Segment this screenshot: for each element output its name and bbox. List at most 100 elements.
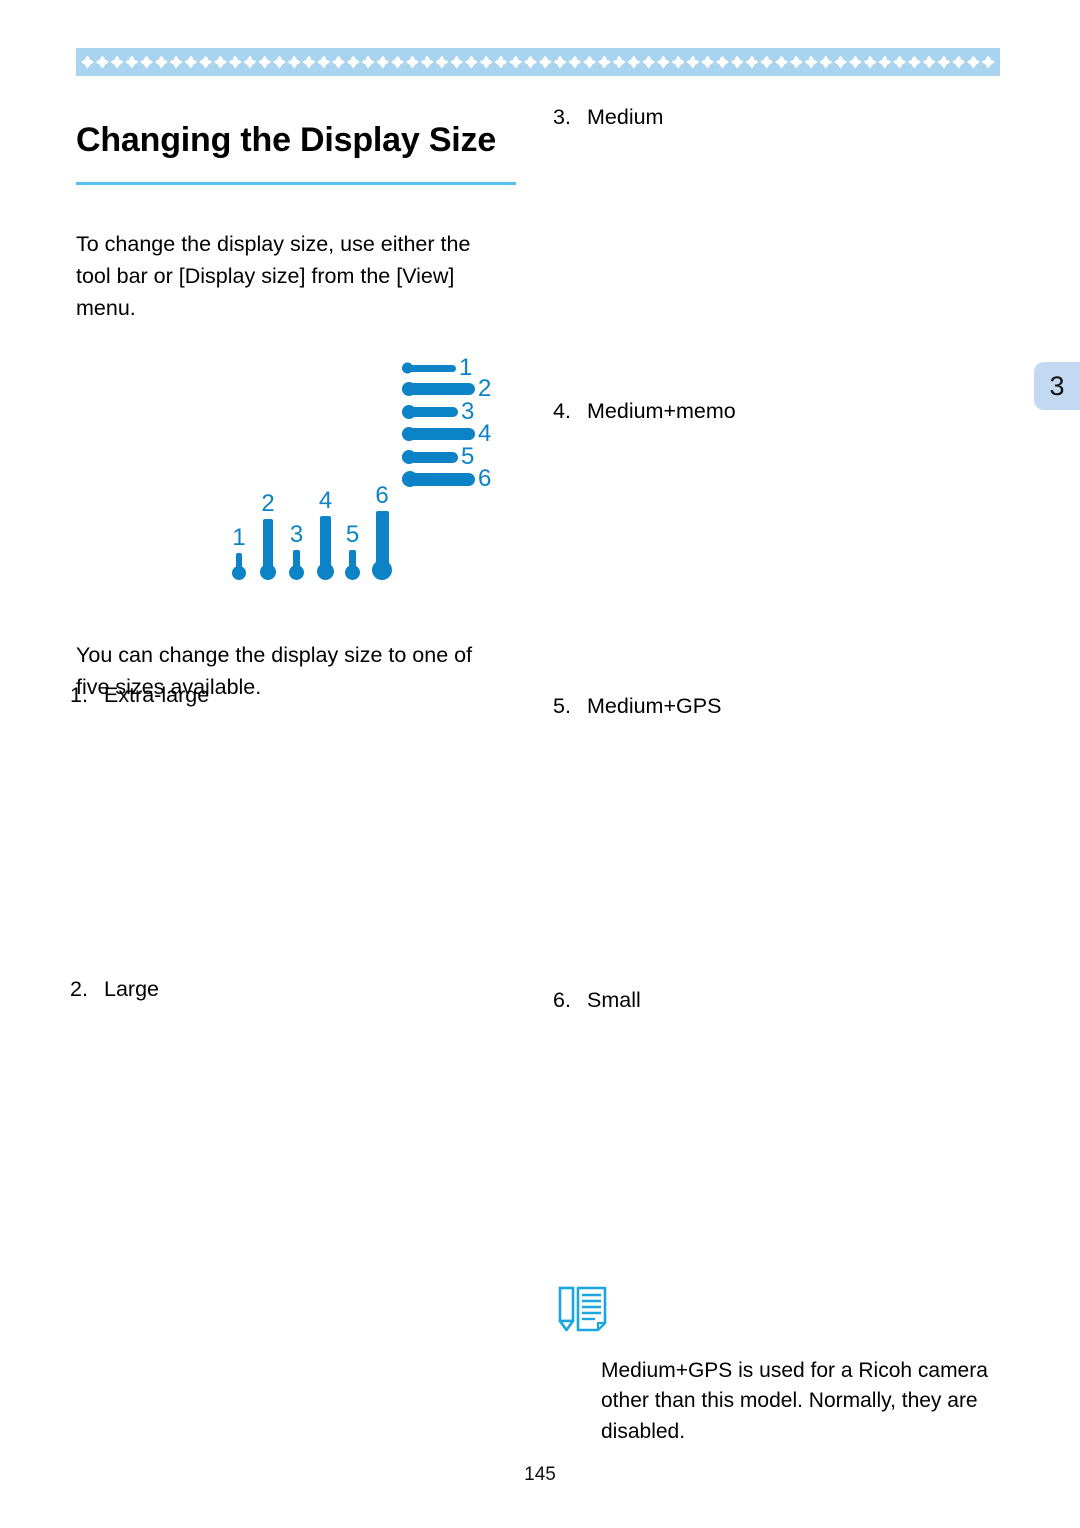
diamond-cluster-motif-icon [923, 56, 936, 69]
vertical-pin-column: 1 [232, 526, 246, 580]
size-item-number: 2. [70, 977, 88, 1001]
vertical-pin-stem [263, 519, 273, 567]
horizontal-pin-icon [402, 471, 475, 487]
diamond-cluster-motif-icon [494, 56, 507, 69]
vertical-pin-column: 6 [372, 484, 392, 580]
size-item-small: 6. Small [553, 985, 641, 1015]
title-underline-rule [76, 182, 516, 185]
diamond-cluster-motif-icon [376, 56, 389, 69]
diamond-cluster-motif-icon [421, 56, 434, 69]
diamond-cluster-motif-icon [450, 56, 463, 69]
toolbar-display-size-icons-horizontal-diagram: 1 2 3 4 5 6 [402, 350, 512, 491]
diamond-cluster-motif-icon [745, 56, 758, 69]
size-item-number: 1. [70, 683, 88, 707]
diamond-cluster-motif-icon [937, 56, 950, 69]
vertical-pin-column: 2 [260, 492, 276, 580]
diamond-cluster-motif-icon [686, 56, 699, 69]
memo-note-icon [557, 1285, 613, 1335]
diamond-cluster-motif-icon [243, 56, 256, 69]
diamond-cluster-motif-icon [273, 56, 286, 69]
diamond-cluster-motif-icon [229, 56, 242, 69]
chapter-tab-marker: 3 [1034, 362, 1080, 410]
size-item-label: Medium+GPS [587, 694, 722, 718]
diamond-cluster-motif-icon [554, 56, 567, 69]
diamond-cluster-motif-icon [627, 56, 640, 69]
vertical-pin-number: 5 [345, 521, 360, 548]
diamond-cluster-motif-icon [435, 56, 448, 69]
diamond-cluster-motif-icon [480, 56, 493, 69]
horizontal-pin-row: 2 [402, 377, 491, 401]
page-title: Changing the Display Size [76, 120, 497, 159]
size-item-label: Small [587, 988, 641, 1012]
size-item-label: Medium [587, 105, 664, 129]
horizontal-pin-number: 2 [478, 375, 492, 402]
horizontal-pin-number: 5 [461, 443, 475, 470]
diamond-cluster-motif-icon [258, 56, 271, 69]
diamond-cluster-motif-icon [672, 56, 685, 69]
header-band-motifs [76, 48, 1000, 76]
diamond-cluster-motif-icon [332, 56, 345, 69]
diamond-cluster-motif-icon [775, 56, 788, 69]
vertical-pin-number: 3 [289, 521, 304, 548]
diamond-cluster-motif-icon [657, 56, 670, 69]
vertical-pin-number: 6 [375, 482, 389, 509]
diamond-cluster-motif-icon [465, 56, 478, 69]
horizontal-pin-icon [402, 427, 475, 441]
vertical-pin-number: 4 [318, 487, 333, 514]
size-item-extra-large: 1. Extra-large [70, 680, 209, 710]
note-text: Medium+GPS is used for a Ricoh camera ot… [601, 1359, 988, 1443]
intro-paragraph: To change the display size, use either t… [76, 231, 471, 321]
diamond-cluster-motif-icon [864, 56, 877, 69]
horizontal-pin-number: 6 [478, 465, 492, 492]
horizontal-pin-row: 6 [402, 467, 491, 491]
note-block: Medium+GPS is used for a Ricoh camera ot… [557, 1285, 997, 1468]
diamond-cluster-motif-icon [878, 56, 891, 69]
diamond-cluster-motif-icon [96, 56, 109, 69]
size-item-label: Extra-large [104, 683, 210, 707]
size-item-number: 3. [553, 105, 571, 129]
diamond-cluster-motif-icon [539, 56, 552, 69]
diamond-cluster-motif-icon [288, 56, 301, 69]
diamond-cluster-motif-icon [731, 56, 744, 69]
diamond-cluster-motif-icon [524, 56, 537, 69]
diamond-cluster-motif-icon [701, 56, 714, 69]
toolbar-display-size-icons-vertical-diagram: 1 2 3 4 5 6 [232, 484, 392, 580]
diamond-cluster-motif-icon [509, 56, 522, 69]
diamond-cluster-motif-icon [952, 56, 965, 69]
diamond-cluster-motif-icon [568, 56, 581, 69]
diamond-cluster-motif-icon [199, 56, 212, 69]
diamond-cluster-motif-icon [819, 56, 832, 69]
diamond-cluster-motif-icon [214, 56, 227, 69]
horizontal-pin-number: 4 [478, 420, 492, 447]
vertical-pin-base [232, 566, 246, 580]
horizontal-pin-icon [402, 362, 456, 374]
vertical-pin-column: 4 [317, 489, 334, 580]
vertical-pin-column: 3 [289, 523, 304, 580]
vertical-pin-base [317, 563, 334, 580]
diamond-cluster-motif-icon [184, 56, 197, 69]
diamond-cluster-motif-icon [893, 56, 906, 69]
diamond-cluster-motif-icon [140, 56, 153, 69]
diamond-cluster-motif-icon [790, 56, 803, 69]
size-item-large: 2. Large [70, 974, 159, 1004]
size-item-number: 6. [553, 988, 571, 1012]
diamond-cluster-motif-icon [716, 56, 729, 69]
diamond-cluster-motif-icon [391, 56, 404, 69]
diamond-cluster-motif-icon [583, 56, 596, 69]
vertical-pin-number: 1 [232, 524, 246, 551]
size-item-number: 4. [553, 399, 571, 423]
diamond-cluster-motif-icon [967, 56, 980, 69]
diamond-cluster-motif-icon [362, 56, 375, 69]
diamond-cluster-motif-icon [598, 56, 611, 69]
vertical-pin-base [372, 560, 392, 580]
size-item-medium: 3. Medium [553, 102, 663, 132]
horizontal-pin-row: 5 [402, 445, 474, 469]
diamond-cluster-motif-icon [613, 56, 626, 69]
diamond-cluster-motif-icon [805, 56, 818, 69]
diamond-cluster-motif-icon [760, 56, 773, 69]
size-item-medium-gps: 5. Medium+GPS [553, 691, 721, 721]
decorative-header-band [76, 48, 1000, 76]
horizontal-pin-icon [402, 450, 458, 464]
horizontal-pin-icon [402, 382, 475, 396]
diamond-cluster-motif-icon [125, 56, 138, 69]
